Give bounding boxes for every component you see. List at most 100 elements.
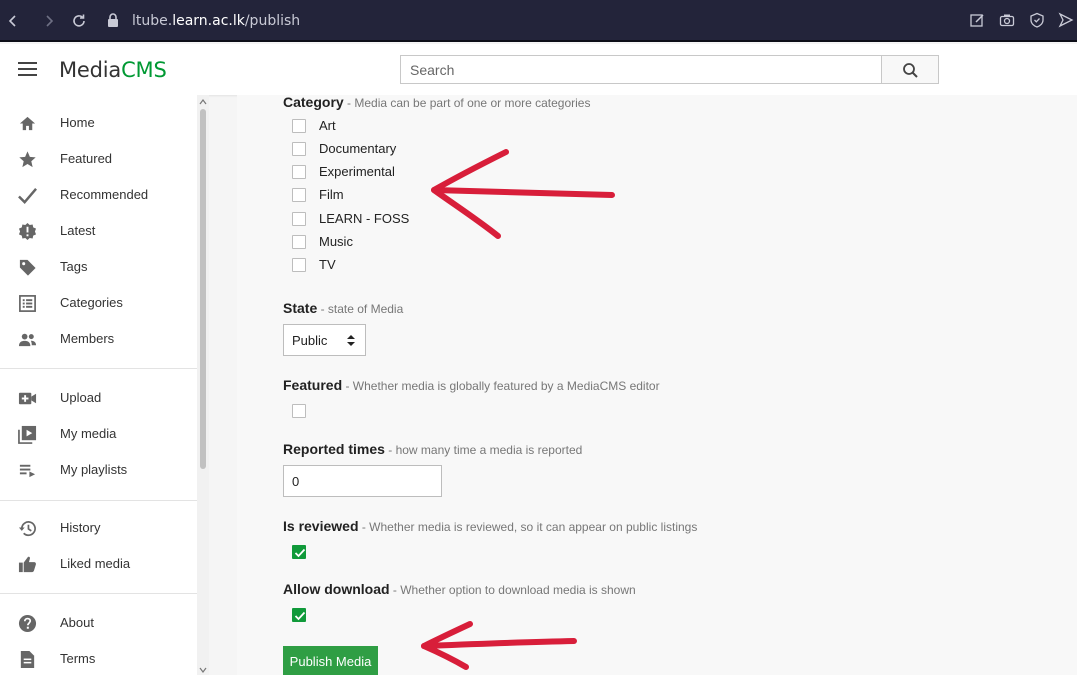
sidebar-item-label: Liked media <box>60 556 131 571</box>
app-header: MediaCMS <box>0 44 1077 95</box>
video-library-icon <box>18 425 37 444</box>
category-option-label: Art <box>319 118 336 133</box>
list-icon <box>19 295 36 312</box>
reported-times-hint: - how many time a media is reported <box>384 443 583 457</box>
category-checkbox-art[interactable] <box>292 119 306 133</box>
camera-icon[interactable] <box>999 12 1015 28</box>
sidebar-item-label: Members <box>60 331 115 346</box>
state-label: State <box>283 300 318 316</box>
sidebar-item-label: My media <box>60 426 117 441</box>
category-checkbox-music[interactable] <box>292 235 306 249</box>
state-selected-value: Public <box>292 333 328 348</box>
edit-icon[interactable] <box>969 12 985 28</box>
search-button[interactable] <box>881 55 939 84</box>
latest-badge-icon <box>18 222 37 241</box>
search-icon <box>903 63 918 78</box>
sidebar-item-label: Categories <box>60 295 123 310</box>
url-path: /publish <box>244 13 301 29</box>
select-updown-icon <box>347 335 355 346</box>
category-option-label: Music <box>319 234 353 249</box>
featured-field-label: Featured - Whether media is globally fea… <box>283 377 660 393</box>
star-icon <box>19 151 36 168</box>
lock-icon <box>106 12 120 28</box>
menu-icon[interactable] <box>18 62 37 77</box>
sidebar-item-label: Upload <box>60 390 102 405</box>
state-hint: - state of Media <box>317 302 404 316</box>
featured-label: Featured <box>283 377 343 393</box>
publish-media-button[interactable]: Publish Media <box>283 646 378 675</box>
category-label: Category <box>283 94 344 110</box>
checkmark-icon <box>18 188 37 204</box>
scroll-up-icon[interactable] <box>199 98 207 106</box>
sidebar-item-latest[interactable]: Latest <box>0 213 197 249</box>
search-form <box>400 55 939 84</box>
mediacms-logo[interactable]: MediaCMS <box>59 58 167 82</box>
category-option-label: Film <box>319 187 344 202</box>
browser-toolbar: ltube.learn.ac.lk/publish <box>0 0 1077 42</box>
sidebar-item-recommended[interactable]: Recommended <box>0 177 197 213</box>
category-hint: - Media can be part of one or more categ… <box>343 96 591 110</box>
category-checkbox-experimental[interactable] <box>292 165 306 179</box>
publish-form: Category - Media can be part of one or m… <box>237 94 1077 675</box>
sidebar-item-label: About <box>60 615 94 630</box>
document-icon <box>20 650 35 669</box>
sidebar-scrollbar[interactable] <box>197 95 209 675</box>
sidebar-divider <box>0 368 197 369</box>
sidebar-item-featured[interactable]: Featured <box>0 141 197 177</box>
url-prefix: ltube. <box>132 13 173 29</box>
forward-icon[interactable] <box>40 11 58 31</box>
sidebar-item-terms[interactable]: Terms <box>0 641 197 675</box>
sidebar-item-label: History <box>60 520 101 535</box>
reload-icon[interactable] <box>70 11 88 31</box>
category-checkbox-tv[interactable] <box>292 258 306 272</box>
allow-download-checkbox[interactable] <box>292 608 306 622</box>
history-icon <box>18 521 36 537</box>
category-checkbox-documentary[interactable] <box>292 142 306 156</box>
logo-main: Media <box>59 58 122 82</box>
is-reviewed-label: Is reviewed <box>283 518 359 534</box>
category-checkbox-learn-foss[interactable] <box>292 212 306 226</box>
shield-icon[interactable] <box>1029 12 1045 28</box>
logo-accent: CMS <box>121 58 167 82</box>
address-bar[interactable]: ltube.learn.ac.lk/publish <box>132 13 300 29</box>
sidebar-item-home[interactable]: Home <box>0 105 197 141</box>
scroll-down-icon[interactable] <box>199 666 207 674</box>
sidebar-item-label: Home <box>60 115 95 130</box>
reported-times-input[interactable] <box>283 465 442 497</box>
sidebar-item-label: My playlists <box>60 462 128 477</box>
featured-checkbox[interactable] <box>292 404 306 418</box>
sidebar-item-label: Featured <box>60 151 113 166</box>
sidebar-item-my-media[interactable]: My media <box>0 416 197 452</box>
category-checkbox-film[interactable] <box>292 188 306 202</box>
state-select[interactable]: Public <box>283 324 366 356</box>
category-field-label: Category - Media can be part of one or m… <box>283 94 590 110</box>
sidebar-item-label: Tags <box>60 259 88 274</box>
sidebar-item-tags[interactable]: Tags <box>0 249 197 285</box>
url-domain: learn.ac.lk <box>172 13 245 29</box>
allow-download-label: Allow download <box>283 581 390 597</box>
category-option-label: Experimental <box>319 164 395 179</box>
sidebar-item-liked-media[interactable]: Liked media <box>0 546 197 582</box>
sidebar-item-label: Terms <box>60 651 96 666</box>
sidebar-item-label: Latest <box>60 223 96 238</box>
reported-times-field-label: Reported times - how many time a media i… <box>283 441 582 457</box>
sidebar-item-about[interactable]: About <box>0 605 197 641</box>
search-input[interactable] <box>400 55 882 84</box>
home-icon <box>19 116 36 131</box>
checkmark-icon <box>294 611 306 621</box>
allow-download-field-label: Allow download - Whether option to downl… <box>283 581 636 597</box>
help-icon <box>18 614 37 633</box>
sidebar-item-upload[interactable]: Upload <box>0 380 197 416</box>
sidebar-item-my-playlists[interactable]: My playlists <box>0 452 197 488</box>
is-reviewed-checkbox[interactable] <box>292 545 306 559</box>
send-icon[interactable] <box>1058 12 1074 28</box>
scroll-thumb[interactable] <box>200 109 206 469</box>
sidebar-item-history[interactable]: History <box>0 510 197 546</box>
category-option-label: LEARN - FOSS <box>319 211 410 226</box>
is-reviewed-hint: - Whether media is reviewed, so it can a… <box>358 520 698 534</box>
sidebar-item-members[interactable]: Members <box>0 321 197 357</box>
sidebar-item-label: Recommended <box>60 187 149 202</box>
video-add-icon <box>18 392 37 405</box>
back-icon[interactable] <box>4 11 22 31</box>
sidebar-item-categories[interactable]: Categories <box>0 285 197 321</box>
